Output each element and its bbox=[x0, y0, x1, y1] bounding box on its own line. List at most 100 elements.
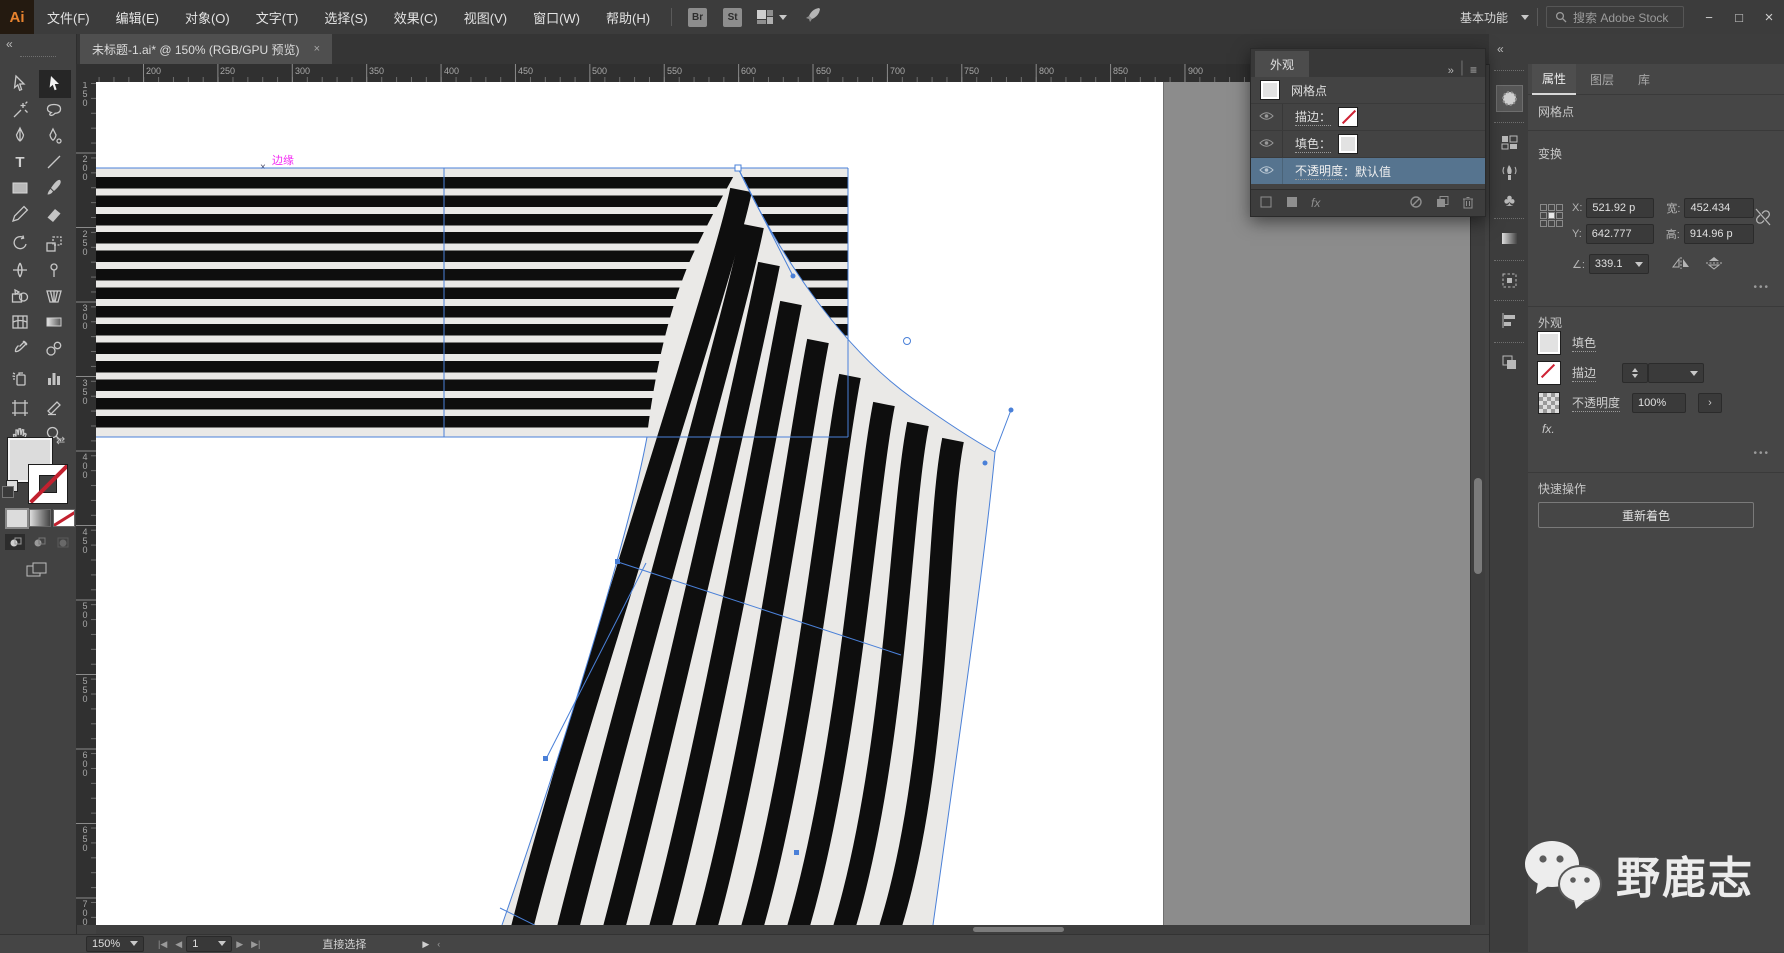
fill-row-label[interactable]: 填色： bbox=[1295, 135, 1331, 153]
stroke-weight-control[interactable] bbox=[1622, 363, 1704, 383]
symbol-sprayer-tool[interactable] bbox=[5, 366, 35, 390]
opacity-expand-button[interactable]: › bbox=[1698, 393, 1722, 413]
horizontal-scrollbar[interactable] bbox=[96, 925, 1470, 934]
stroke-label[interactable]: 描边 bbox=[1572, 364, 1596, 382]
tools-collapse-icon[interactable]: « bbox=[6, 37, 13, 51]
color-mode-button[interactable] bbox=[5, 508, 29, 529]
draw-behind-button[interactable] bbox=[29, 534, 49, 550]
ruler-corner[interactable] bbox=[76, 64, 97, 83]
menu-view[interactable]: 视图(V) bbox=[451, 0, 520, 34]
vertical-ruler[interactable]: 150 200 250 300 350 400 450 500 550 600 … bbox=[76, 82, 97, 925]
recolor-button[interactable]: 重新着色 bbox=[1538, 502, 1754, 528]
tools-grip[interactable] bbox=[20, 56, 56, 61]
dock-grip[interactable] bbox=[1494, 300, 1524, 305]
paintbrush-tool[interactable] bbox=[39, 176, 69, 200]
draw-inside-button[interactable] bbox=[53, 534, 73, 550]
stroke-weight-stepper[interactable] bbox=[1622, 363, 1648, 383]
reference-point-grid[interactable] bbox=[1540, 204, 1563, 227]
screen-mode-button[interactable] bbox=[26, 562, 48, 584]
dock-grip[interactable] bbox=[1494, 218, 1524, 223]
artboard-number-select[interactable]: 1 bbox=[186, 936, 232, 952]
curvature-tool[interactable] bbox=[39, 124, 69, 148]
workspace-switcher[interactable]: 基本功能 bbox=[1447, 0, 1521, 34]
clear-appearance-icon[interactable] bbox=[1409, 195, 1423, 212]
layout-switcher[interactable] bbox=[756, 9, 787, 25]
last-page-button[interactable]: ▶| bbox=[247, 939, 264, 950]
symbols-dock-icon[interactable]: ♣ bbox=[1497, 188, 1522, 213]
close-button[interactable]: × bbox=[1754, 5, 1784, 29]
add-fill-icon[interactable] bbox=[1285, 195, 1299, 212]
opacity-label[interactable]: 不透明度 bbox=[1572, 394, 1620, 412]
appearance-more-options[interactable]: ••• bbox=[1753, 448, 1770, 459]
status-back-icon[interactable]: ‹ bbox=[433, 939, 444, 949]
appearance-dock-icon[interactable] bbox=[1497, 86, 1522, 111]
width-tool[interactable] bbox=[5, 258, 35, 282]
pen-tool[interactable] bbox=[5, 124, 35, 148]
gradient-dock-icon[interactable] bbox=[1497, 226, 1522, 251]
menu-effect[interactable]: 效果(C) bbox=[381, 0, 451, 34]
dock-grip[interactable] bbox=[1494, 70, 1524, 75]
gradient-mode-button[interactable] bbox=[29, 509, 51, 527]
opacity-row-label[interactable]: 不透明度 bbox=[1295, 162, 1343, 180]
menu-type[interactable]: 文字(T) bbox=[243, 0, 312, 34]
maximize-button[interactable]: □ bbox=[1724, 5, 1754, 29]
transform-dock-icon[interactable] bbox=[1497, 268, 1522, 293]
x-input[interactable]: 521.92 p bbox=[1586, 198, 1654, 218]
eyedropper-tool[interactable] bbox=[5, 336, 35, 360]
blend-tool[interactable] bbox=[39, 336, 69, 360]
duplicate-item-icon[interactable] bbox=[1435, 195, 1449, 212]
prev-page-button[interactable]: ◀ bbox=[171, 939, 186, 950]
menu-select[interactable]: 选择(S) bbox=[311, 0, 380, 34]
appearance-panel-tab[interactable]: 外观 bbox=[1255, 51, 1309, 77]
direct-selection-tool[interactable] bbox=[39, 70, 71, 98]
slice-tool[interactable] bbox=[39, 396, 69, 420]
perspective-grid-tool[interactable] bbox=[39, 284, 69, 308]
stroke-none-swatch[interactable] bbox=[1339, 108, 1357, 126]
stroke-color-well[interactable] bbox=[1538, 362, 1560, 384]
swap-fill-stroke-icon[interactable]: ⇄ bbox=[56, 434, 65, 447]
gradient-tool[interactable] bbox=[39, 310, 69, 334]
fill-color-well[interactable] bbox=[1538, 332, 1560, 354]
dock-grip[interactable] bbox=[1494, 260, 1524, 265]
striped-artwork-band[interactable] bbox=[96, 168, 848, 437]
app-logo[interactable]: Ai bbox=[0, 0, 34, 34]
first-page-button[interactable]: |◀ bbox=[154, 939, 171, 950]
rocket-button[interactable] bbox=[803, 5, 823, 30]
opacity-well[interactable] bbox=[1538, 392, 1560, 414]
rotate-tool[interactable] bbox=[5, 232, 35, 256]
stock-search-input[interactable]: 搜索 Adobe Stock bbox=[1546, 6, 1684, 28]
mesh-tool[interactable] bbox=[5, 310, 35, 334]
delete-item-icon[interactable] bbox=[1461, 195, 1475, 212]
opacity-input[interactable]: 100% bbox=[1632, 393, 1686, 413]
artboard-tool[interactable] bbox=[5, 396, 35, 420]
menu-edit[interactable]: 编辑(E) bbox=[103, 0, 172, 34]
align-dock-icon[interactable] bbox=[1497, 308, 1522, 333]
stroke-row-label[interactable]: 描边： bbox=[1295, 108, 1331, 126]
visibility-eye-icon[interactable] bbox=[1259, 137, 1274, 151]
artboards-dock-icon[interactable] bbox=[1497, 130, 1522, 155]
stroke-weight-select[interactable] bbox=[1648, 363, 1704, 383]
stepper-down-icon[interactable] bbox=[1632, 374, 1638, 378]
panel-menu-icon[interactable]: ≡ bbox=[1470, 63, 1477, 77]
minimize-button[interactable]: − bbox=[1694, 5, 1724, 29]
add-effect-button[interactable]: fx bbox=[1311, 196, 1320, 210]
type-tool[interactable]: T bbox=[5, 150, 35, 174]
selection-tool[interactable] bbox=[5, 72, 35, 96]
menu-file[interactable]: 文件(F) bbox=[34, 0, 103, 34]
shaper-tool[interactable] bbox=[5, 202, 35, 226]
stepper-up-icon[interactable] bbox=[1632, 368, 1638, 372]
pathfinder-dock-icon[interactable] bbox=[1497, 350, 1522, 375]
line-segment-tool[interactable] bbox=[39, 150, 69, 174]
menu-window[interactable]: 窗口(W) bbox=[520, 0, 593, 34]
tab-libraries[interactable]: 库 bbox=[1628, 65, 1660, 94]
menu-object[interactable]: 对象(O) bbox=[172, 0, 243, 34]
rectangle-tool[interactable] bbox=[5, 176, 35, 200]
stroke-color-swatch[interactable] bbox=[28, 464, 68, 504]
zoom-level-select[interactable]: 150% bbox=[86, 936, 144, 952]
scale-tool[interactable] bbox=[39, 232, 69, 256]
appearance-row-opacity[interactable]: 不透明度 ：默认值 bbox=[1251, 158, 1485, 184]
visibility-eye-icon[interactable] bbox=[1259, 110, 1274, 124]
link-dimensions-icon[interactable] bbox=[1754, 206, 1772, 231]
dock-grip[interactable] bbox=[1494, 122, 1524, 127]
angle-select[interactable]: 339.1 bbox=[1589, 254, 1649, 274]
